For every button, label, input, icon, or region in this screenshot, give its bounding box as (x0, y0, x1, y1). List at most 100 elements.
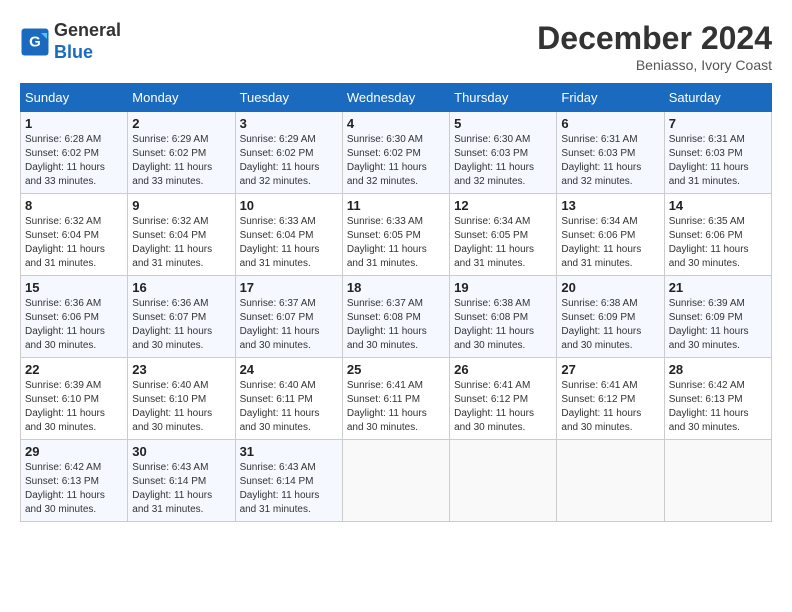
day-info: Sunrise: 6:31 AMSunset: 6:03 PMDaylight:… (561, 133, 659, 189)
calendar-cell: 11 Sunrise: 6:33 AMSunset: 6:05 PMDayligh… (342, 194, 449, 276)
day-info: Sunrise: 6:37 AMSunset: 6:08 PMDaylight:… (347, 297, 445, 353)
calendar-cell: 17 Sunrise: 6:37 AMSunset: 6:07 PMDayligh… (235, 276, 342, 358)
weekday-header: Saturday (664, 84, 771, 112)
day-info: Sunrise: 6:37 AMSunset: 6:07 PMDaylight:… (240, 297, 338, 353)
month-title: December 2024 (537, 20, 772, 57)
day-info: Sunrise: 6:32 AMSunset: 6:04 PMDaylight:… (132, 215, 230, 271)
calendar-cell: 14Sunrise: 6:35 AMSunset: 6:06 PMDayligh… (664, 194, 771, 276)
calendar-cell: 5 Sunrise: 6:30 AMSunset: 6:03 PMDaylight… (450, 112, 557, 194)
calendar-week-row: 15Sunrise: 6:36 AMSunset: 6:06 PMDayligh… (21, 276, 772, 358)
day-number: 1 (25, 116, 123, 131)
day-number: 29 (25, 444, 123, 459)
day-info: Sunrise: 6:34 AMSunset: 6:05 PMDaylight:… (454, 215, 552, 271)
day-info: Sunrise: 6:33 AMSunset: 6:05 PMDaylight:… (347, 215, 445, 271)
day-info: Sunrise: 6:32 AMSunset: 6:04 PMDaylight:… (25, 215, 123, 271)
day-number: 30 (132, 444, 230, 459)
day-number: 11 (347, 198, 445, 213)
day-number: 31 (240, 444, 338, 459)
calendar-cell: 15Sunrise: 6:36 AMSunset: 6:06 PMDayligh… (21, 276, 128, 358)
calendar-cell: 7Sunrise: 6:31 AMSunset: 6:03 PMDaylight… (664, 112, 771, 194)
calendar-cell: 4Sunrise: 6:30 AMSunset: 6:02 PMDaylight… (342, 112, 449, 194)
calendar-week-row: 8 Sunrise: 6:32 AMSunset: 6:04 PMDaylight… (21, 194, 772, 276)
day-number: 27 (561, 362, 659, 377)
calendar-cell (557, 440, 664, 522)
calendar-cell: 13Sunrise: 6:34 AMSunset: 6:06 PMDayligh… (557, 194, 664, 276)
calendar-cell: 9 Sunrise: 6:32 AMSunset: 6:04 PMDaylight… (128, 194, 235, 276)
calendar-cell: 29 Sunrise: 6:42 AMSunset: 6:13 PMDayligh… (21, 440, 128, 522)
calendar-cell (664, 440, 771, 522)
day-info: Sunrise: 6:29 AMSunset: 6:02 PMDaylight:… (132, 133, 230, 189)
logo-line1: General (54, 20, 121, 42)
calendar-cell: 10Sunrise: 6:33 AMSunset: 6:04 PMDayligh… (235, 194, 342, 276)
calendar-cell: 16Sunrise: 6:36 AMSunset: 6:07 PMDayligh… (128, 276, 235, 358)
day-info: Sunrise: 6:41 AMSunset: 6:12 PMDaylight:… (561, 379, 659, 435)
page-header: G General Blue December 2024 Beniasso, I… (20, 20, 772, 73)
day-info: Sunrise: 6:41 AMSunset: 6:12 PMDaylight:… (454, 379, 552, 435)
weekday-header: Monday (128, 84, 235, 112)
calendar-cell: 26 Sunrise: 6:41 AMSunset: 6:12 PMDayligh… (450, 358, 557, 440)
calendar-table: SundayMondayTuesdayWednesdayThursdayFrid… (20, 83, 772, 522)
calendar-cell: 23 Sunrise: 6:40 AMSunset: 6:10 PMDayligh… (128, 358, 235, 440)
calendar-cell: 25 Sunrise: 6:41 AMSunset: 6:11 PMDayligh… (342, 358, 449, 440)
day-info: Sunrise: 6:40 AMSunset: 6:11 PMDaylight:… (240, 379, 338, 435)
weekday-header: Wednesday (342, 84, 449, 112)
day-number: 18 (347, 280, 445, 295)
day-number: 20 (561, 280, 659, 295)
day-info: Sunrise: 6:40 AMSunset: 6:10 PMDaylight:… (132, 379, 230, 435)
day-info: Sunrise: 6:43 AMSunset: 6:14 PMDaylight:… (132, 461, 230, 517)
day-info: Sunrise: 6:42 AMSunset: 6:13 PMDaylight:… (25, 461, 123, 517)
day-info: Sunrise: 6:36 AMSunset: 6:07 PMDaylight:… (132, 297, 230, 353)
day-number: 9 (132, 198, 230, 213)
calendar-cell: 3Sunrise: 6:29 AMSunset: 6:02 PMDaylight… (235, 112, 342, 194)
day-number: 26 (454, 362, 552, 377)
logo-line2: Blue (54, 42, 121, 64)
day-number: 12 (454, 198, 552, 213)
calendar-cell (450, 440, 557, 522)
calendar-week-row: 29 Sunrise: 6:42 AMSunset: 6:13 PMDayligh… (21, 440, 772, 522)
day-info: Sunrise: 6:28 AMSunset: 6:02 PMDaylight:… (25, 133, 123, 189)
day-number: 10 (240, 198, 338, 213)
calendar-cell: 21Sunrise: 6:39 AMSunset: 6:09 PMDayligh… (664, 276, 771, 358)
calendar-cell: 28 Sunrise: 6:42 AMSunset: 6:13 PMDayligh… (664, 358, 771, 440)
title-area: December 2024 Beniasso, Ivory Coast (537, 20, 772, 73)
day-info: Sunrise: 6:38 AMSunset: 6:09 PMDaylight:… (561, 297, 659, 353)
weekday-header: Thursday (450, 84, 557, 112)
day-number: 8 (25, 198, 123, 213)
day-number: 17 (240, 280, 338, 295)
day-number: 19 (454, 280, 552, 295)
day-number: 2 (132, 116, 230, 131)
weekday-header: Friday (557, 84, 664, 112)
svg-text:G: G (29, 33, 41, 50)
day-info: Sunrise: 6:42 AMSunset: 6:13 PMDaylight:… (669, 379, 767, 435)
day-info: Sunrise: 6:30 AMSunset: 6:03 PMDaylight:… (454, 133, 552, 189)
calendar-cell: 30 Sunrise: 6:43 AMSunset: 6:14 PMDayligh… (128, 440, 235, 522)
day-number: 28 (669, 362, 767, 377)
calendar-week-row: 22Sunrise: 6:39 AMSunset: 6:10 PMDayligh… (21, 358, 772, 440)
calendar-cell: 24 Sunrise: 6:40 AMSunset: 6:11 PMDayligh… (235, 358, 342, 440)
logo: G General Blue (20, 20, 121, 63)
day-info: Sunrise: 6:38 AMSunset: 6:08 PMDaylight:… (454, 297, 552, 353)
day-number: 23 (132, 362, 230, 377)
day-info: Sunrise: 6:43 AMSunset: 6:14 PMDaylight:… (240, 461, 338, 517)
day-number: 14 (669, 198, 767, 213)
calendar-cell: 19 Sunrise: 6:38 AMSunset: 6:08 PMDayligh… (450, 276, 557, 358)
day-info: Sunrise: 6:41 AMSunset: 6:11 PMDaylight:… (347, 379, 445, 435)
calendar-cell (342, 440, 449, 522)
day-info: Sunrise: 6:34 AMSunset: 6:06 PMDaylight:… (561, 215, 659, 271)
calendar-header-row: SundayMondayTuesdayWednesdayThursdayFrid… (21, 84, 772, 112)
day-number: 6 (561, 116, 659, 131)
calendar-cell: 6 Sunrise: 6:31 AMSunset: 6:03 PMDaylight… (557, 112, 664, 194)
day-number: 5 (454, 116, 552, 131)
calendar-cell: 18 Sunrise: 6:37 AMSunset: 6:08 PMDayligh… (342, 276, 449, 358)
calendar-cell: 12 Sunrise: 6:34 AMSunset: 6:05 PMDayligh… (450, 194, 557, 276)
calendar-cell: 2 Sunrise: 6:29 AMSunset: 6:02 PMDaylight… (128, 112, 235, 194)
calendar-week-row: 1 Sunrise: 6:28 AMSunset: 6:02 PMDaylight… (21, 112, 772, 194)
day-number: 24 (240, 362, 338, 377)
day-info: Sunrise: 6:39 AMSunset: 6:10 PMDaylight:… (25, 379, 123, 435)
day-number: 25 (347, 362, 445, 377)
weekday-header: Tuesday (235, 84, 342, 112)
day-info: Sunrise: 6:39 AMSunset: 6:09 PMDaylight:… (669, 297, 767, 353)
calendar-cell: 1 Sunrise: 6:28 AMSunset: 6:02 PMDaylight… (21, 112, 128, 194)
calendar-cell: 27 Sunrise: 6:41 AMSunset: 6:12 PMDayligh… (557, 358, 664, 440)
calendar-cell: 31 Sunrise: 6:43 AMSunset: 6:14 PMDayligh… (235, 440, 342, 522)
